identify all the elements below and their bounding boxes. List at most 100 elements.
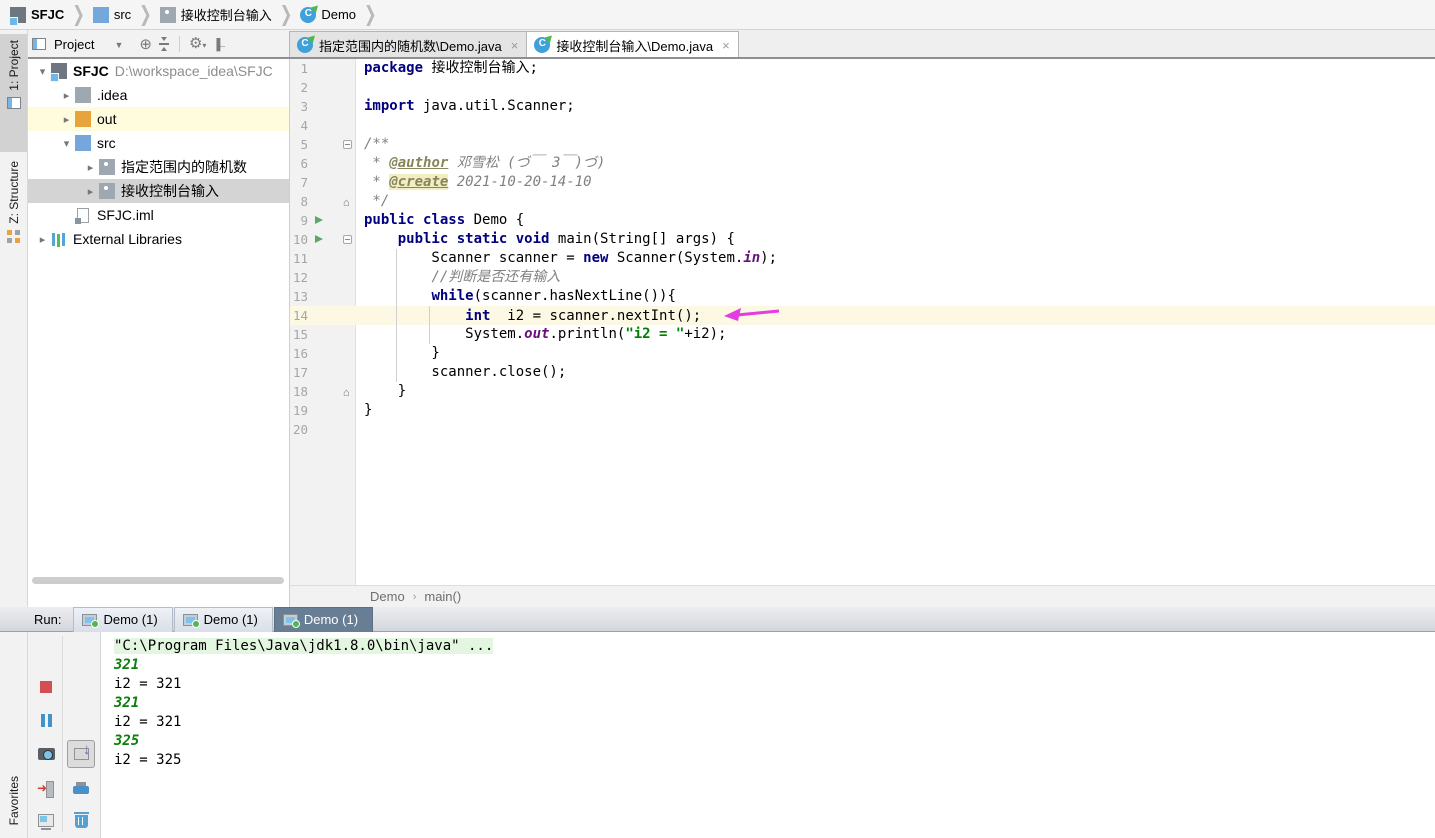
code-text[interactable]: public class Demo { xyxy=(356,211,524,230)
breadcrumb-item[interactable]: Demo xyxy=(298,6,358,23)
code-text[interactable]: } xyxy=(356,344,439,363)
chevron-right-icon[interactable]: ▸ xyxy=(58,113,75,126)
tool-window-button-structure[interactable]: Z: Structure xyxy=(0,155,27,290)
fold-marker[interactable] xyxy=(342,135,356,154)
stop-button[interactable] xyxy=(35,676,57,698)
fold-collapse-icon[interactable] xyxy=(343,235,352,244)
close-icon[interactable]: × xyxy=(722,38,730,53)
fold-marker[interactable]: ⌂ xyxy=(342,382,356,401)
console-output[interactable]: "C:\Program Files\Java\jdk1.8.0\bin\java… xyxy=(101,632,1435,838)
code-line[interactable]: 1 package 接收控制台输入; xyxy=(290,59,1435,78)
tree-item[interactable]: ▸ 指定范围内的随机数 xyxy=(28,155,289,179)
run-line-gutter[interactable] xyxy=(312,230,326,249)
code-line[interactable]: 3 import java.util.Scanner; xyxy=(290,97,1435,116)
tree-item[interactable]: ▸ 接收控制台输入 xyxy=(28,179,289,203)
chevron-right-icon[interactable]: ▸ xyxy=(82,161,99,174)
down-button[interactable] xyxy=(70,676,92,698)
code-line[interactable]: 6 * @author 邓雪松 (づ￣ 3￣)づ) xyxy=(290,154,1435,173)
editor-tab[interactable]: 接收控制台输入\Demo.java × xyxy=(526,31,739,58)
fold-collapse-icon[interactable] xyxy=(343,140,352,149)
code-text[interactable]: Scanner scanner = new Scanner(System.in)… xyxy=(356,249,777,268)
tree-item[interactable]: ▾ SFJC D:\workspace_idea\SFJC xyxy=(28,59,289,83)
code-line[interactable]: 9 public class Demo { xyxy=(290,211,1435,230)
run-tab[interactable]: Demo (1) xyxy=(273,606,374,632)
locate-file-button[interactable]: ⊕ xyxy=(139,37,152,52)
code-line[interactable]: 16 } xyxy=(290,344,1435,363)
run-tab[interactable]: Demo (1) xyxy=(173,606,273,632)
monitor-button[interactable] xyxy=(35,809,57,831)
fold-end-icon[interactable]: ⌂ xyxy=(343,383,350,402)
tool-window-button-project[interactable]: 1: Project xyxy=(0,34,27,152)
code-text[interactable]: scanner.close(); xyxy=(356,363,566,382)
tool-window-button-favorites[interactable]: Favorites xyxy=(0,770,27,836)
code-text[interactable]: */ xyxy=(356,192,389,211)
code-text[interactable]: public static void main(String[] args) { xyxy=(356,230,735,249)
print-button[interactable] xyxy=(70,777,92,799)
chevron-right-icon[interactable]: ▸ xyxy=(82,185,99,198)
code-line[interactable]: 17 scanner.close(); xyxy=(290,363,1435,382)
chevron-right-icon[interactable]: ▸ xyxy=(34,233,51,246)
breadcrumb-class[interactable]: Demo xyxy=(370,589,405,604)
code-line[interactable]: 2 xyxy=(290,78,1435,97)
code-text[interactable]: /** xyxy=(356,135,389,154)
run-tab[interactable]: Demo (1) xyxy=(73,606,173,632)
up-button[interactable] xyxy=(70,642,92,664)
code-text[interactable]: package 接收控制台输入; xyxy=(356,59,538,78)
hide-panel-button[interactable] xyxy=(212,38,227,53)
code-line[interactable]: 12 //判断是否还有输入 xyxy=(290,268,1435,287)
code-line[interactable]: 4 xyxy=(290,116,1435,135)
chevron-down-icon[interactable]: ▼ xyxy=(114,40,123,50)
softwrap-button[interactable] xyxy=(70,709,92,731)
code-text[interactable]: //判断是否还有输入 xyxy=(356,268,560,287)
settings-gear-button[interactable]: ⚙▾ xyxy=(189,36,206,53)
code-text[interactable]: System.out.println("i2 = "+i2); xyxy=(356,325,726,344)
chevron-down-icon[interactable]: ▾ xyxy=(58,137,75,150)
camera-button[interactable] xyxy=(35,743,57,765)
code-line[interactable]: 14 int i2 = scanner.nextInt(); xyxy=(290,306,1435,325)
editor-tab[interactable]: 指定范围内的随机数\Demo.java × xyxy=(289,31,528,58)
fold-end-icon[interactable]: ⌂ xyxy=(343,193,350,212)
code-text[interactable] xyxy=(356,78,364,97)
tree-item[interactable]: ▾ src xyxy=(28,131,289,155)
code-text[interactable]: * @author 邓雪松 (づ￣ 3￣)づ) xyxy=(356,154,605,173)
project-panel-title[interactable]: Project xyxy=(54,37,94,52)
chevron-down-icon[interactable]: ▾ xyxy=(34,65,51,78)
code-text[interactable]: } xyxy=(356,401,372,420)
code-line[interactable]: 13 while(scanner.hasNextLine()){ xyxy=(290,287,1435,306)
code-line[interactable]: 7 * @create 2021-10-20-14-10 xyxy=(290,173,1435,192)
tree-item[interactable]: ▸ .idea xyxy=(28,83,289,107)
code-line[interactable]: 15 System.out.println("i2 = "+i2); xyxy=(290,325,1435,344)
code-line[interactable]: 5 /** xyxy=(290,135,1435,154)
code-line[interactable]: 10 public static void main(String[] args… xyxy=(290,230,1435,249)
breadcrumb-method[interactable]: main() xyxy=(424,589,461,604)
fold-marker[interactable]: ⌂ xyxy=(342,192,356,211)
code-line[interactable]: 19} xyxy=(290,401,1435,420)
code-text[interactable] xyxy=(356,420,364,439)
pause-button[interactable] xyxy=(35,709,57,731)
horizontal-scrollbar[interactable] xyxy=(32,577,284,584)
code-line[interactable]: 11 Scanner scanner = new Scanner(System.… xyxy=(290,249,1435,268)
code-text[interactable]: * @create 2021-10-20-14-10 xyxy=(356,173,592,192)
code-text[interactable]: int i2 = scanner.nextInt(); xyxy=(356,306,781,325)
run-line-gutter[interactable] xyxy=(312,211,326,230)
rerun-button[interactable] xyxy=(35,642,57,664)
code-line[interactable]: 20 xyxy=(290,420,1435,439)
run-arrow-icon[interactable] xyxy=(315,216,323,224)
exit-button[interactable] xyxy=(35,777,57,799)
scrollend-button[interactable] xyxy=(67,740,95,768)
breadcrumb-item[interactable]: SFJC xyxy=(8,6,66,26)
trash-button[interactable] xyxy=(70,809,92,831)
breadcrumb-item[interactable]: src xyxy=(91,6,133,23)
code-text[interactable]: import java.util.Scanner; xyxy=(356,97,575,116)
code-text[interactable]: while(scanner.hasNextLine()){ xyxy=(356,287,675,306)
code-line[interactable]: 8 ⌂ */ xyxy=(290,192,1435,211)
close-icon[interactable]: × xyxy=(511,38,519,53)
tree-item[interactable]: ▸ External Libraries xyxy=(28,227,289,251)
collapse-all-button[interactable] xyxy=(158,37,170,51)
run-arrow-icon[interactable] xyxy=(315,235,323,243)
breadcrumb-item[interactable]: 接收控制台输入 xyxy=(158,5,274,24)
code-line[interactable]: 18 ⌂ } xyxy=(290,382,1435,401)
code-text[interactable] xyxy=(356,116,364,135)
code-editor[interactable]: 1 package 接收控制台输入; 2 3 import java.util.Scan… xyxy=(290,59,1435,585)
fold-marker[interactable] xyxy=(342,230,356,249)
